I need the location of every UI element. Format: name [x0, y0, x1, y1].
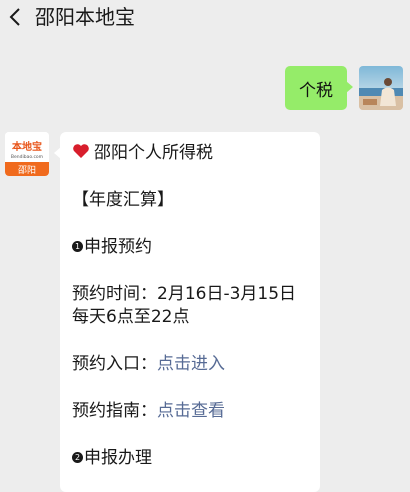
chat-header: 邵阳本地宝 — [0, 0, 410, 40]
chat-title: 邵阳本地宝 — [35, 5, 135, 29]
message-title: 邵阳个人所得税 — [94, 143, 213, 163]
message-title-line: 邵阳个人所得税 — [72, 142, 318, 165]
self-avatar[interactable] — [359, 66, 403, 110]
time-value-continued: 每天6点至22点 — [72, 307, 190, 327]
entry-label: 预约入口： — [72, 354, 157, 374]
time-value: 2月16日-3月15日 — [157, 284, 297, 304]
bot-avatar-brand: 本地宝 — [12, 140, 42, 153]
chevron-left-icon — [9, 8, 20, 26]
step2-line: 2 申报办理 — [72, 447, 318, 470]
guide-line: 预约指南：点击查看 — [72, 400, 318, 423]
step1-number-badge: 1 — [72, 240, 83, 252]
guide-label: 预约指南： — [72, 401, 157, 421]
step1-label: 申报预约 — [84, 237, 152, 257]
step2-number-badge: 2 — [72, 451, 83, 463]
guide-link[interactable]: 点击查看 — [157, 401, 225, 421]
section-heading: 【年度汇算】 — [72, 190, 174, 210]
time-line: 预约时间：2月16日-3月15日 — [72, 283, 318, 306]
bot-avatar-site: Bendibao.com — [11, 154, 43, 160]
back-button[interactable] — [2, 4, 28, 30]
step2-label: 申报办理 — [84, 448, 152, 468]
self-message-row: 个税 — [285, 66, 403, 110]
self-message-bubble[interactable]: 个税 — [285, 66, 353, 110]
time-label: 预约时间： — [72, 284, 157, 304]
bot-message-content: 邵阳个人所得税 【年度汇算】 1 申报预约 预约时间：2月16日-3月15日 每天… — [72, 142, 318, 470]
entry-line: 预约入口：点击进入 — [72, 353, 318, 376]
step1-line: 1 申报预约 — [72, 236, 318, 259]
bot-avatar-city: 邵阳 — [18, 165, 36, 176]
bot-avatar[interactable]: 本地宝 Bendibao.com 邵阳 — [5, 132, 49, 176]
entry-link[interactable]: 点击进入 — [157, 354, 225, 374]
heart-icon — [73, 144, 89, 158]
